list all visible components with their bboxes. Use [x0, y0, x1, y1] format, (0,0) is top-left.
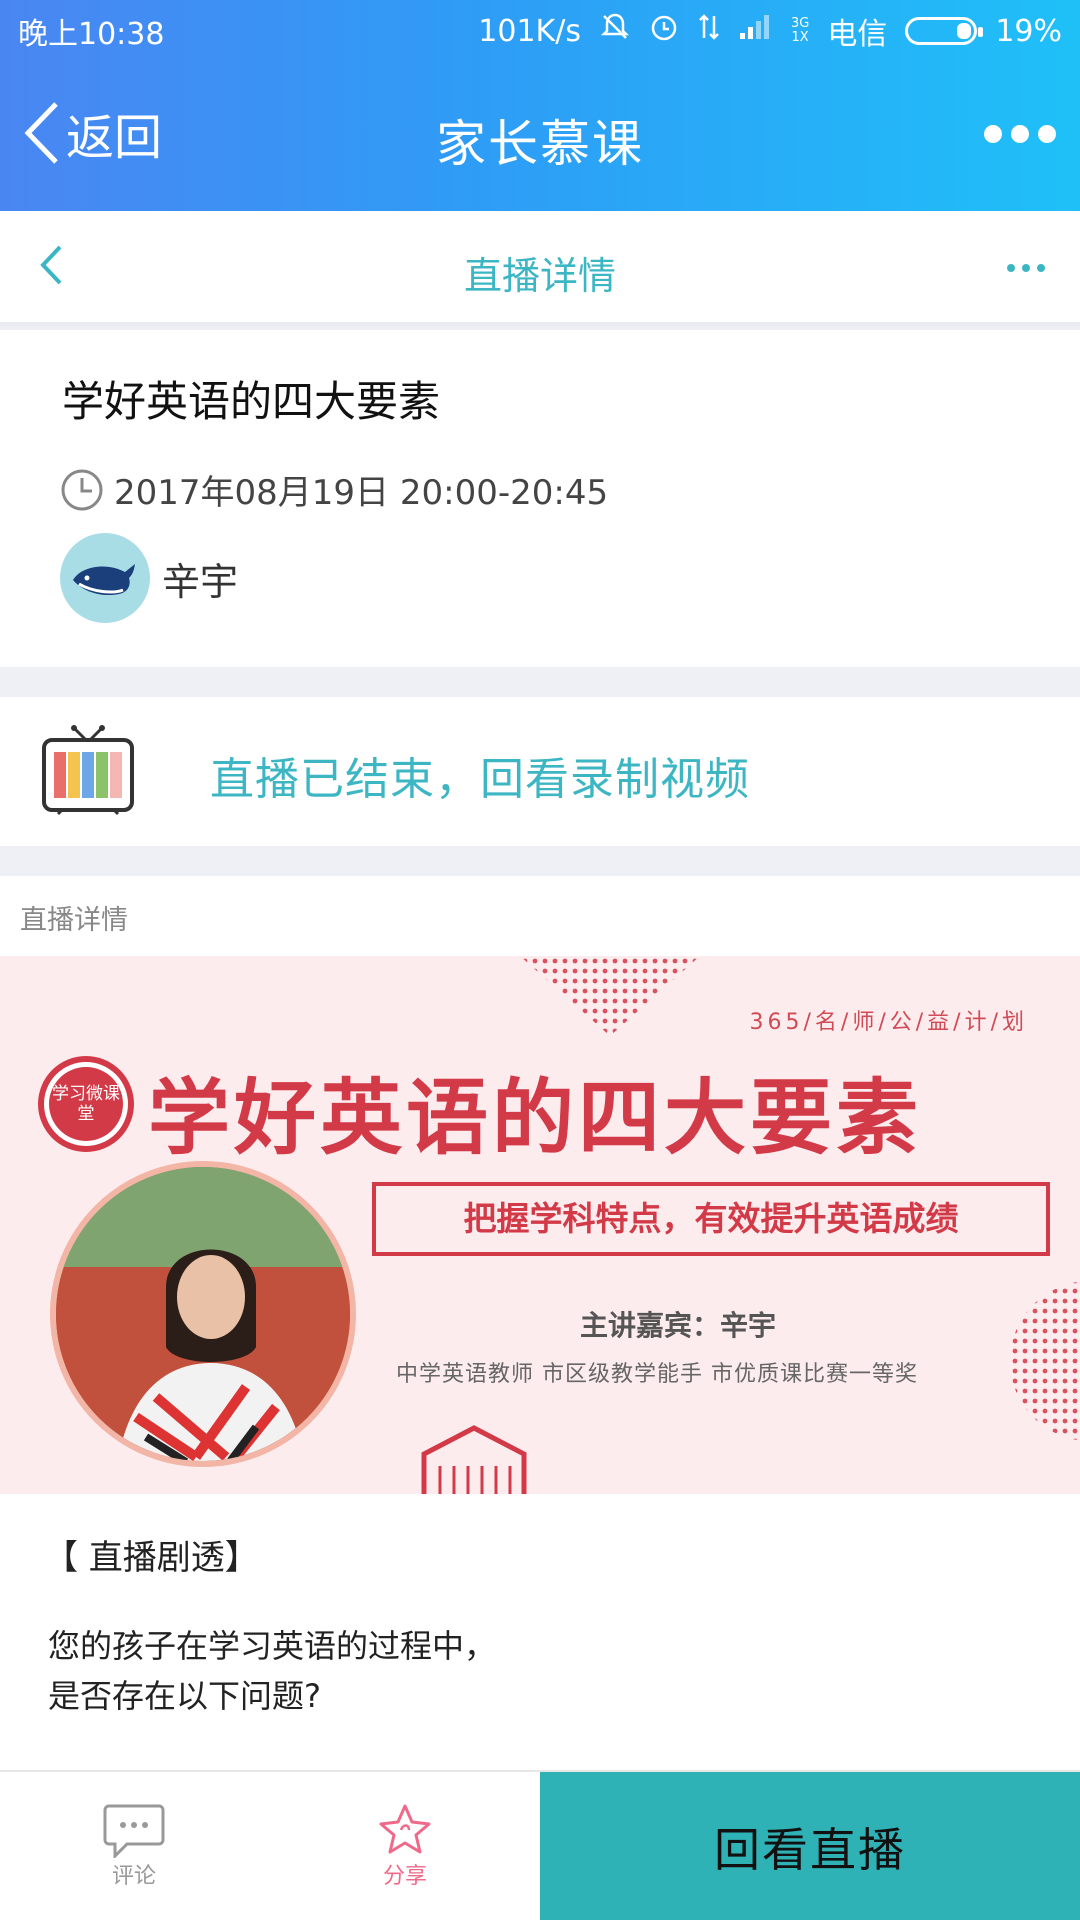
lesson-title: 学好英语的四大要素 [62, 377, 441, 426]
banner-headline: 学好英语的四大要素 [148, 1071, 923, 1166]
sub-nav-title: 直播详情 [463, 254, 616, 298]
lesson-time: 2017年08月19日 20:00-20:45 [60, 465, 608, 514]
top-header: 晚上10:38 101K/s 3G 1X 电信 19% 返回 家长慕课 [0, 0, 1080, 211]
building-decoration [421, 1425, 527, 1494]
avatar[interactable] [60, 533, 150, 623]
clock-icon [61, 469, 103, 510]
network-speed: 101K/s [478, 13, 581, 49]
network-type-bottom: 1X [791, 30, 809, 45]
share-button[interactable]: 分享 [345, 1802, 465, 1890]
replay-live-button[interactable]: 回看直播 [540, 1772, 1080, 1920]
host-row[interactable]: 辛宇 [60, 533, 238, 623]
paragraph-line: 是否存在以下问题? [48, 1677, 321, 1715]
lesson-datetime: 2017年08月19日 20:00-20:45 [114, 473, 609, 513]
dot-pattern-decoration [1010, 1281, 1080, 1441]
paragraph-line: 您的孩子在学习英语的过程中， [48, 1627, 497, 1665]
app-bar: 返回 家长慕课 [0, 62, 1080, 211]
carrier-name: 电信 [827, 17, 888, 52]
live-ended-text[interactable]: 直播已结束，回看录制视频 [210, 743, 750, 807]
banner-tag: 365/名/师/公/益/计/划 [749, 1010, 1028, 1035]
status-time: 晚上10:38 [18, 17, 165, 52]
dot-pattern-decoration [520, 956, 700, 1036]
signal-icon [739, 13, 773, 49]
banner-speaker: 主讲嘉宾：辛宇 [580, 1309, 777, 1342]
dot-icon [984, 125, 1002, 143]
dot-icon [1007, 264, 1015, 272]
banner-logo-text: 学习微课堂 [49, 1067, 123, 1141]
sub-nav-bar: 直播详情 [0, 211, 1080, 326]
course-banner: 365/名/师/公/益/计/划 学习微课堂 学好英语的四大要素 把握学科特点，有… [0, 956, 1080, 1494]
dot-icon [1011, 125, 1029, 143]
star-icon [379, 1804, 431, 1854]
detail-label: 直播详情 [20, 905, 128, 936]
host-name: 辛宇 [162, 559, 239, 604]
comment-button[interactable]: 评论 [74, 1802, 194, 1890]
network-type: 3G 1X [791, 17, 809, 45]
data-transfer-icon [697, 12, 721, 50]
battery-percent: 19% [995, 13, 1062, 49]
tv-icon [42, 725, 134, 816]
live-status-card[interactable]: 直播已结束，回看录制视频 [0, 697, 1080, 846]
live-detail-section: 直播详情 365/名/师/公/益/计/划 学习微课堂 学好英语的四大要素 把握学… [0, 876, 1080, 1892]
lesson-info-card: 学好英语的四大要素 2017年08月19日 20:00-20:45 辛宇 [0, 330, 1080, 667]
banner-subheadline: 把握学科特点，有效提升英语成绩 [372, 1182, 1050, 1256]
bottom-action-bar: 评论 分享 回看直播 [0, 1770, 1080, 1920]
network-type-top: 3G [790, 16, 810, 31]
alarm-icon [649, 12, 679, 50]
banner-logo: 学习微课堂 [38, 1056, 134, 1152]
dot-icon [1022, 264, 1030, 272]
banner-credentials: 中学英语教师 市区级教学能手 市优质课比赛一等奖 [396, 1362, 918, 1387]
section-title: 【 直播剧透】 [44, 1538, 259, 1578]
more-options-button[interactable] [984, 125, 1056, 143]
app-title: 家长慕课 [436, 115, 644, 173]
share-label: 分享 [382, 1864, 427, 1889]
sub-more-button[interactable] [1007, 264, 1045, 272]
speaker-photo [50, 1161, 356, 1467]
mute-icon [599, 11, 631, 51]
comment-label: 评论 [111, 1864, 156, 1889]
whale-icon [73, 564, 135, 596]
status-bar: 晚上10:38 101K/s 3G 1X 电信 19% [0, 0, 1080, 62]
detail-paragraph: 您的孩子在学习英语的过程中， 是否存在以下问题? [48, 1621, 496, 1721]
dot-icon [1037, 264, 1045, 272]
status-right: 101K/s 3G 1X 电信 19% [478, 9, 1062, 53]
comment-icon [103, 1804, 165, 1858]
battery-icon [905, 17, 984, 45]
dot-icon [1038, 125, 1056, 143]
